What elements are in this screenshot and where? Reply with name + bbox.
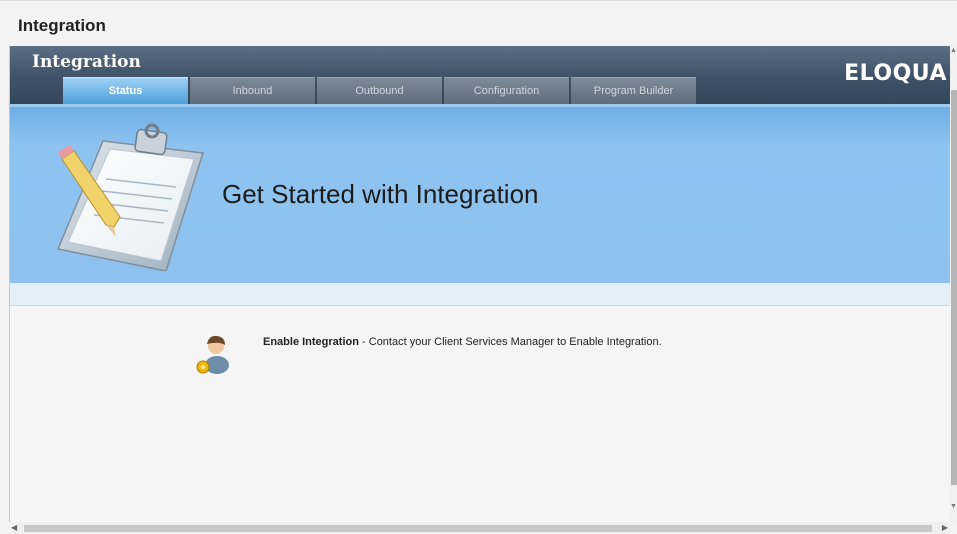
hero-subbar (10, 283, 950, 306)
integration-frame: Integration ELOQUA Status Inbound Outbou… (9, 46, 950, 522)
tab-inbound[interactable]: Inbound (190, 77, 315, 104)
scroll-up-icon[interactable]: ▲ (950, 46, 957, 56)
vertical-scroll-thumb[interactable] (951, 90, 957, 485)
hero-banner: Get Started with Integration (10, 107, 950, 283)
notice-separator: - (358, 336, 369, 348)
page-title-bar: Integration (0, 0, 957, 46)
notice-message: Contact your Client Services Manager to … (368, 336, 662, 348)
tab-status[interactable]: Status (63, 77, 188, 104)
page-title: Integration (18, 16, 106, 35)
horizontal-scrollbar[interactable]: ◀ ▶ (9, 522, 950, 534)
app-title: Integration (32, 52, 141, 72)
app-header: Integration ELOQUA Status Inbound Outbou… (10, 46, 950, 105)
notice-title: Enable Integration (263, 336, 359, 348)
user-settings-icon (196, 335, 229, 374)
vertical-scrollbar[interactable]: ▲ ▼ (950, 46, 957, 522)
tab-configuration[interactable]: Configuration (444, 77, 569, 104)
clipboard-pencil-icon (56, 123, 204, 271)
window: Integration Integration ELOQUA Status In… (0, 0, 957, 534)
scroll-down-icon[interactable]: ▼ (950, 502, 957, 512)
tab-outbound[interactable]: Outbound (317, 77, 442, 104)
enable-integration-notice: Enable Integration - Contact your Client… (263, 336, 662, 348)
scroll-right-icon[interactable]: ▶ (938, 522, 948, 534)
tab-bar: Status Inbound Outbound Configuration Pr… (63, 77, 696, 104)
tab-program-builder[interactable]: Program Builder (571, 77, 696, 104)
eloqua-logo: ELOQUA (844, 61, 947, 86)
hero-heading: Get Started with Integration (222, 179, 539, 209)
scroll-left-icon[interactable]: ◀ (11, 522, 21, 534)
horizontal-scroll-thumb[interactable] (24, 525, 932, 532)
